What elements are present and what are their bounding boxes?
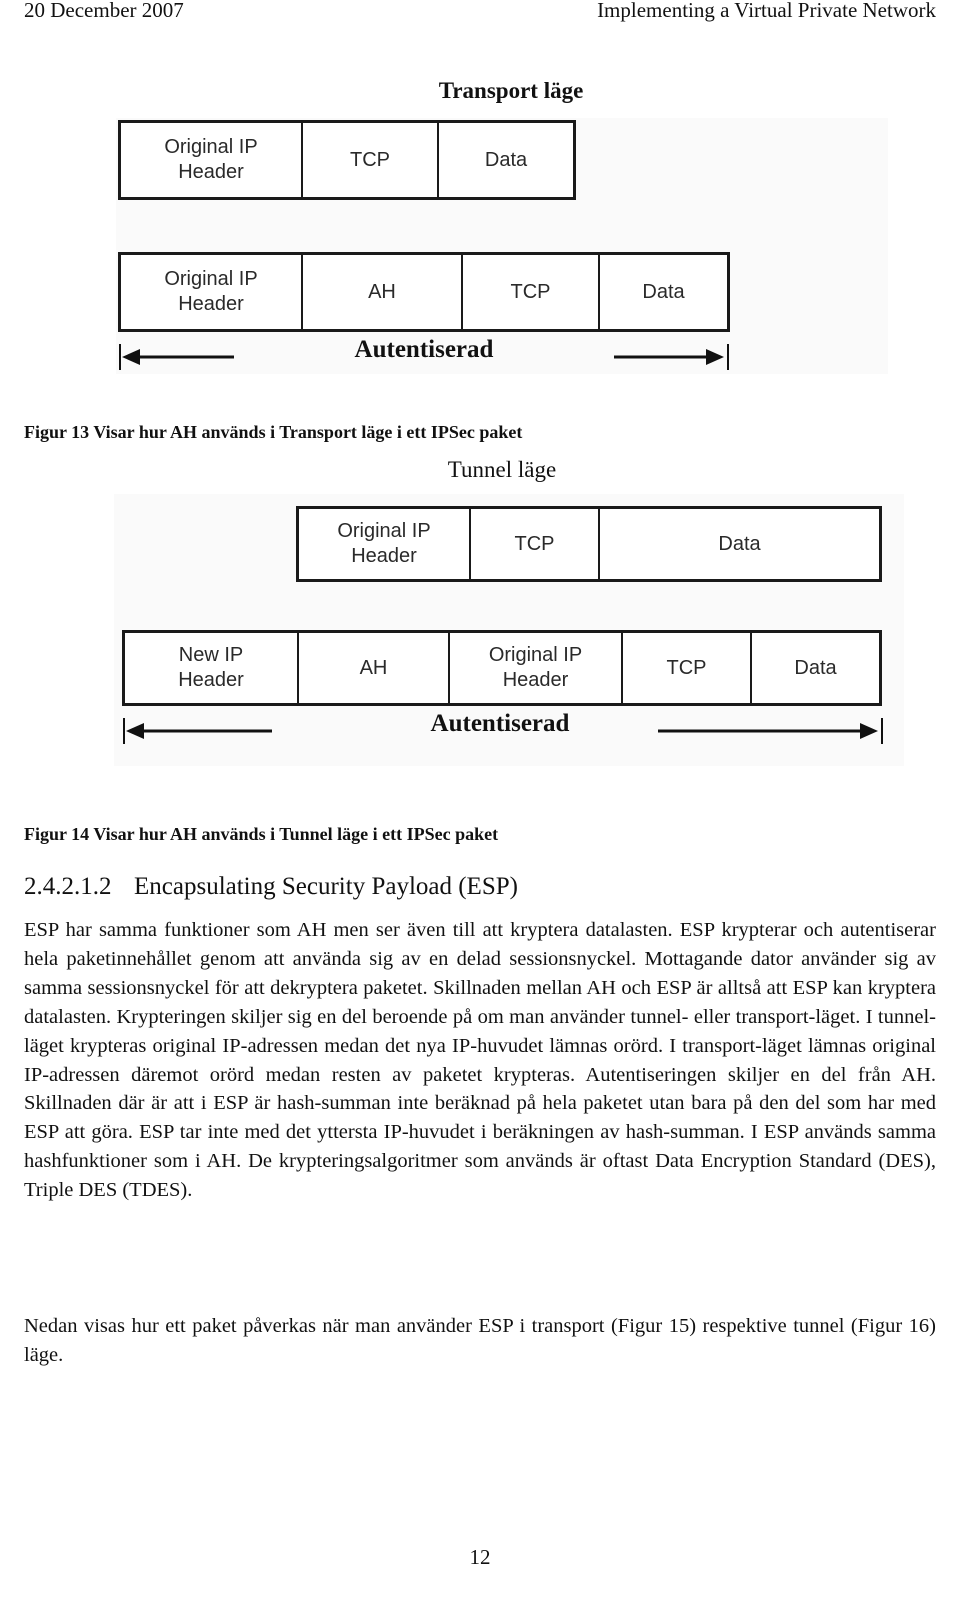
packet-field-data: Data xyxy=(642,280,685,303)
packet-field-data: Data xyxy=(484,148,528,171)
section-number: 2.4.2.1.2 xyxy=(24,873,112,900)
page-number: 12 xyxy=(469,1545,491,1569)
figure13-caption: Figur 13 Visar hur AH används i Transpor… xyxy=(24,422,523,442)
section-heading: 2.4.2.1.2 Encapsulating Security Payload … xyxy=(24,873,518,901)
packet-field-data: Data xyxy=(718,532,761,555)
figure13-ah-packet: Original IP Header AH TCP Data xyxy=(118,252,730,332)
packet-field-ah: AH xyxy=(303,255,463,329)
figure13-original-packet: Original IP Header TCP Data xyxy=(118,120,576,200)
packet-field-original-ip-header: Original IP Header xyxy=(121,255,303,329)
figure13-authenticated-span: Autentiserad xyxy=(118,336,730,374)
figure13-diagram: Original IP Header TCP Data Original IP … xyxy=(116,118,888,374)
figure14-caption: Figur 14 Visar hur AH används i Tunnel l… xyxy=(24,824,499,844)
packet-field-data: Data xyxy=(794,656,837,679)
packet-field-tcp: TCP xyxy=(303,123,439,197)
packet-field-original-ip-header: Original IP Header xyxy=(121,123,303,197)
authenticated-label: Autentiserad xyxy=(430,710,570,737)
section-title: Encapsulating Security Payload (ESP) xyxy=(134,873,518,900)
packet-field-original-ip-header: Original IP Header xyxy=(299,509,471,579)
body-paragraph: Nedan visas hur ett paket påverkas när m… xyxy=(24,1315,936,1366)
packet-field-new-ip-header: New IP Header xyxy=(125,633,299,703)
packet-field-tcp: TCP xyxy=(623,633,752,703)
body-paragraph: ESP har samma funktioner som AH men ser … xyxy=(24,919,936,1202)
packet-field-original-ip-header: Original IP Header xyxy=(450,633,623,703)
figure14-diagram: Original IP Header TCP Data New IP Heade… xyxy=(114,494,904,766)
authenticated-label: Autentiserad xyxy=(354,336,494,363)
header-date: 20 December 2007 xyxy=(24,0,184,22)
figure13-title: Transport läge xyxy=(438,78,584,103)
figure14-title: Tunnel läge xyxy=(447,457,557,482)
packet-field-tcp: TCP xyxy=(463,255,600,329)
packet-field-ah: AH xyxy=(299,633,450,703)
figure14-authenticated-span: Autentiserad xyxy=(122,710,886,748)
header-document-title: Implementing a Virtual Private Network xyxy=(597,0,936,22)
packet-field-tcp: TCP xyxy=(471,509,600,579)
figure14-ah-packet: New IP Header AH Original IP Header TCP … xyxy=(122,630,882,706)
figure14-original-packet: Original IP Header TCP Data xyxy=(296,506,882,582)
